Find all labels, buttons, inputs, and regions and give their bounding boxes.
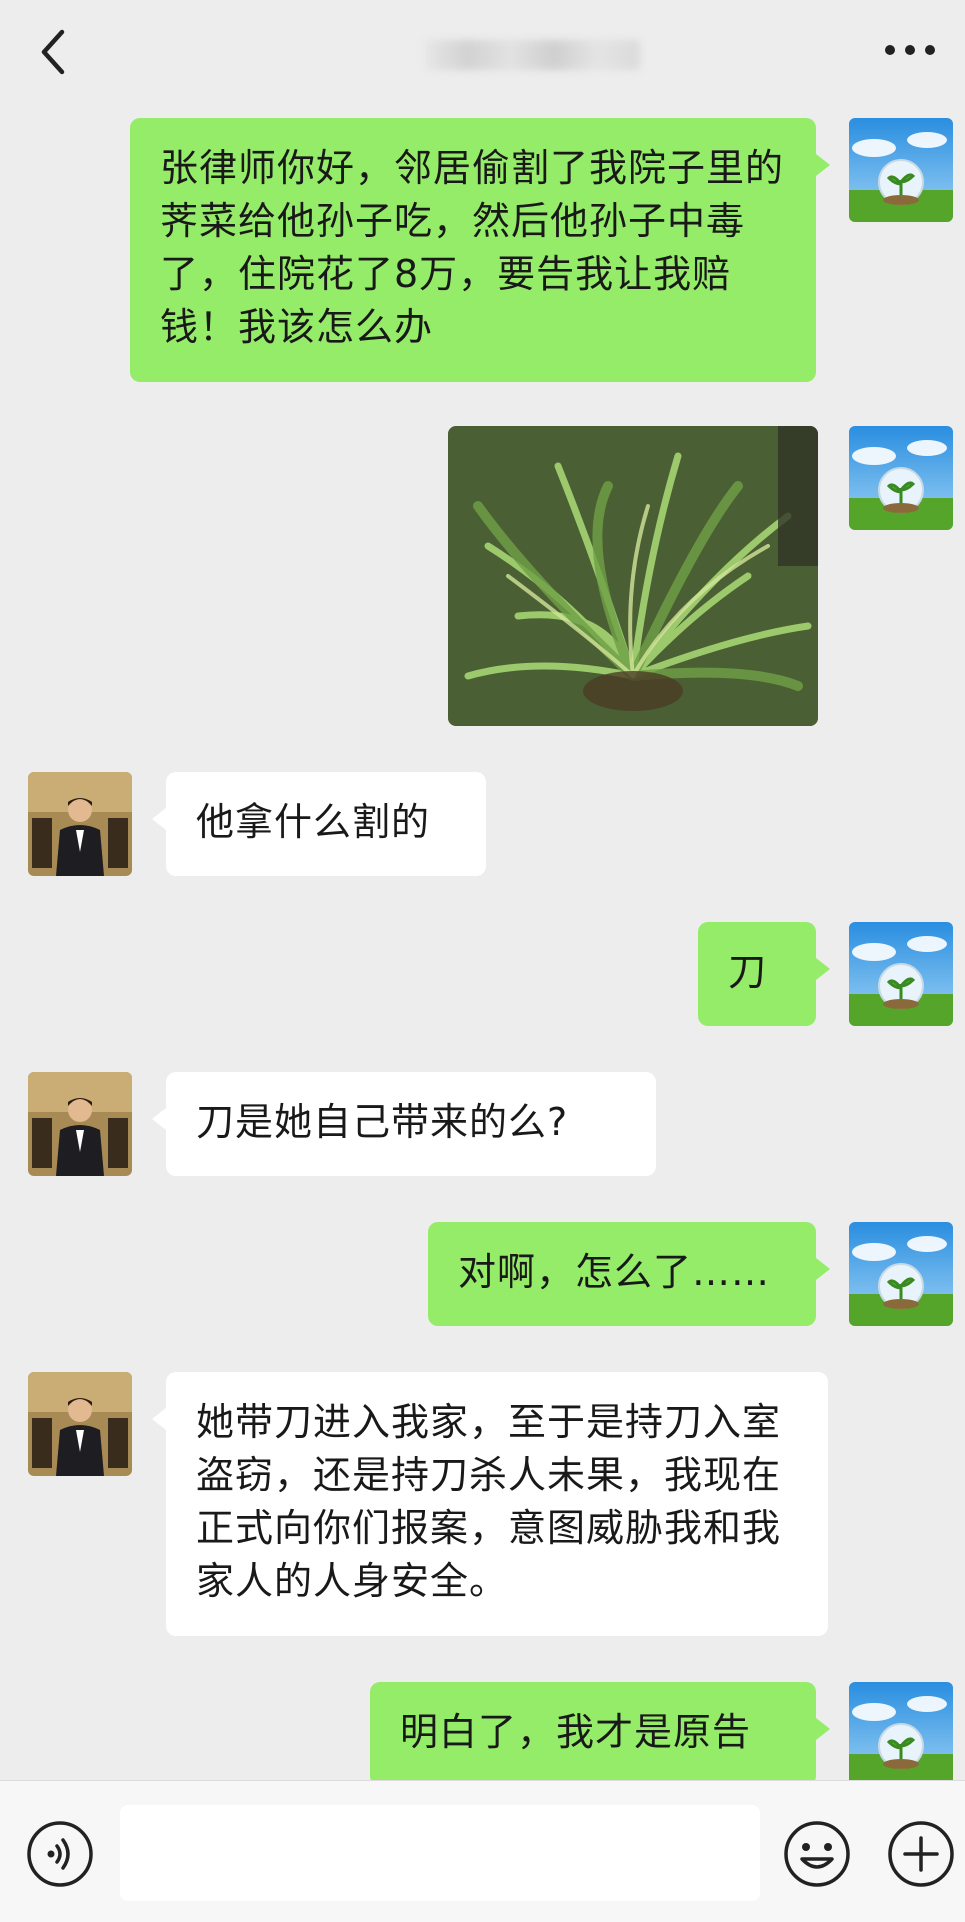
- plant-avatar-icon: [849, 426, 953, 530]
- emoji-button[interactable]: [782, 1819, 852, 1889]
- message-bubble-outgoing[interactable]: 张律师你好，邻居偷割了我院子里的荠菜给他孙子吃，然后他孙子中毒了，住院花了8万，…: [130, 118, 830, 382]
- lawyer-avatar[interactable]: [28, 1372, 132, 1476]
- plant-avatar-icon: [849, 1682, 953, 1780]
- plus-button[interactable]: [886, 1819, 956, 1889]
- my-avatar[interactable]: [849, 426, 953, 530]
- lawyer-avatar[interactable]: [28, 1072, 132, 1176]
- voice-button[interactable]: [25, 1819, 95, 1889]
- message-input[interactable]: [120, 1805, 760, 1901]
- voice-icon: [27, 1821, 93, 1887]
- message-bubble-outgoing[interactable]: 对啊，怎么了……: [428, 1222, 830, 1326]
- input-bar: [0, 1780, 965, 1922]
- chevron-left-icon: [41, 29, 65, 75]
- plus-icon: [888, 1821, 954, 1887]
- message-bubble-incoming[interactable]: 她带刀进入我家，至于是持刀入室盗窃，还是持刀杀人未果，我现在正式向你们报案，意图…: [152, 1372, 828, 1636]
- emoji-icon: [784, 1821, 850, 1887]
- message-bubble-incoming[interactable]: 他拿什么割的: [152, 772, 486, 876]
- person-avatar-icon: [28, 1072, 132, 1176]
- person-avatar-icon: [28, 772, 132, 876]
- more-button[interactable]: [878, 30, 942, 70]
- my-avatar[interactable]: [849, 922, 953, 1026]
- person-avatar-icon: [28, 1372, 132, 1476]
- chat-header: [0, 0, 965, 104]
- chat-title: [425, 40, 640, 70]
- message-bubble-incoming[interactable]: 刀是她自己带来的么?: [152, 1072, 656, 1176]
- message-bubble-outgoing[interactable]: 明白了，我才是原告: [370, 1682, 830, 1780]
- my-avatar[interactable]: [849, 1682, 953, 1780]
- more-dots-icon: [885, 45, 935, 55]
- plant-photo[interactable]: [448, 426, 818, 726]
- plant-avatar-icon: [849, 1222, 953, 1326]
- lawyer-avatar[interactable]: [28, 772, 132, 876]
- message-list[interactable]: 张律师你好，邻居偷割了我院子里的荠菜给他孙子吃，然后他孙子中毒了，住院花了8万，…: [0, 104, 965, 1780]
- message-bubble-outgoing[interactable]: 刀: [698, 922, 830, 1026]
- back-button[interactable]: [30, 24, 80, 80]
- plant-avatar-icon: [849, 922, 953, 1026]
- my-avatar[interactable]: [849, 1222, 953, 1326]
- my-avatar[interactable]: [849, 118, 953, 222]
- plant-avatar-icon: [849, 118, 953, 222]
